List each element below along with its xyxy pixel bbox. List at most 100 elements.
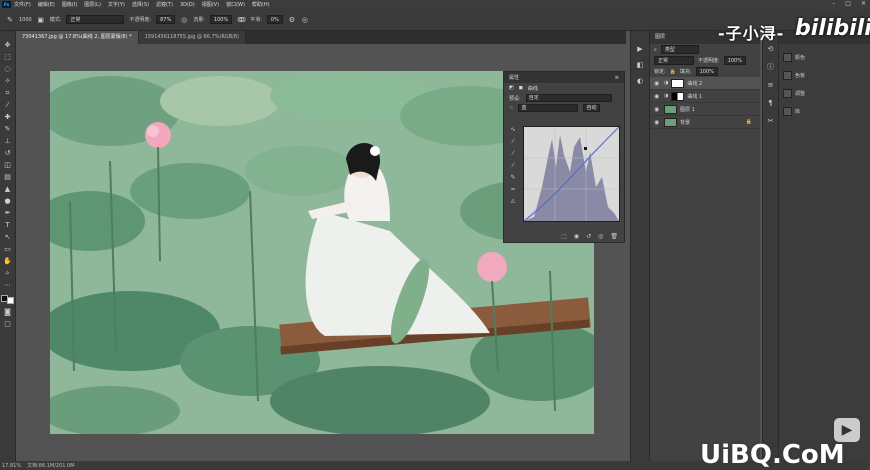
gear-icon[interactable]: ⚙	[288, 16, 296, 24]
layer-1[interactable]: ◉ 图层 1	[650, 103, 760, 116]
brush-size[interactable]: 1000	[19, 17, 32, 23]
channel-select[interactable]: 蓝	[518, 104, 579, 112]
blend-mode-select[interactable]: 正常	[654, 56, 694, 65]
opacity-field[interactable]: 87%	[156, 15, 176, 24]
menu-layer[interactable]: 图层(L)	[84, 1, 101, 8]
panel-color[interactable]: 颜色	[783, 50, 823, 64]
brush-panel-icon[interactable]: ▣	[37, 16, 45, 24]
menu-type[interactable]: 文字(Y)	[108, 1, 125, 8]
eraser-tool-icon[interactable]: ◫	[3, 161, 12, 169]
blur-tool-icon[interactable]: ▲	[3, 185, 12, 193]
target-adjust-icon[interactable]: ☜	[509, 105, 513, 111]
lasso-tool-icon[interactable]: ◌	[3, 65, 12, 73]
layer-curves-2[interactable]: ◉ ◑ 曲线 2	[650, 77, 760, 90]
quick-mask-icon[interactable]: ◙	[3, 308, 12, 316]
marquee-tool-icon[interactable]: ⬚	[3, 53, 12, 61]
clipping-warning-icon[interactable]: ⚠	[510, 198, 515, 205]
lock-icon[interactable]: 🔒	[670, 69, 676, 75]
stamp-tool-icon[interactable]: ⊥	[3, 137, 12, 145]
panel-libraries[interactable]: 库	[783, 104, 823, 118]
black-eyedropper-icon[interactable]: ⁄	[512, 138, 513, 145]
screen-mode-icon[interactable]: ▢	[3, 320, 12, 328]
smooth-curve-icon[interactable]: ≈	[510, 186, 515, 193]
pen-tool-icon[interactable]: ✒	[3, 209, 12, 217]
path-select-tool-icon[interactable]: ↖	[3, 233, 12, 241]
paragraph-icon[interactable]: ¶	[767, 99, 775, 107]
visibility-icon[interactable]: ◎	[598, 233, 603, 240]
tab-document-1[interactable]: 73041367.jpg @ 17.8%(曲线 2, 图层蒙版/8) *	[16, 31, 139, 44]
view-previous-icon[interactable]: ◉	[574, 233, 579, 240]
opacity-field[interactable]: 100%	[723, 56, 746, 65]
panel-menu-icon[interactable]: ≡	[615, 75, 619, 81]
properties-tab[interactable]: 属性	[509, 74, 519, 81]
menu-image[interactable]: 图像(I)	[62, 1, 77, 8]
trash-icon[interactable]: 🗑	[610, 233, 618, 240]
menu-help[interactable]: 帮助(H)	[252, 1, 270, 8]
smoothing-field[interactable]: 0%	[266, 15, 283, 24]
move-tool-icon[interactable]: ✥	[3, 41, 12, 49]
layer-mask-thumbnail[interactable]	[671, 78, 685, 88]
layer-mask-thumbnail[interactable]	[671, 91, 685, 101]
eyedropper-tool-icon[interactable]: ⁄	[3, 101, 12, 109]
pressure-size-icon[interactable]: ◎	[301, 16, 309, 24]
dodge-tool-icon[interactable]: ●	[3, 197, 12, 205]
kind-select[interactable]: 类型	[660, 45, 699, 54]
quick-select-tool-icon[interactable]: ✧	[3, 77, 12, 85]
menu-3d[interactable]: 3D(D)	[180, 2, 195, 8]
menu-window[interactable]: 窗口(W)	[226, 1, 245, 8]
menu-filter[interactable]: 滤镜(T)	[156, 1, 173, 8]
gray-eyedropper-icon[interactable]: ⁄	[512, 150, 513, 157]
pressure-opacity-icon[interactable]: ◎	[180, 16, 188, 24]
tab-document-2[interactable]: 1591456118755.jpg @ 66.7%(RGB/8)	[138, 31, 246, 44]
brush-tool-icon[interactable]: ✎	[3, 125, 12, 133]
maximize-icon[interactable]: □	[845, 0, 851, 7]
crop-tool-icon[interactable]: ⌗	[3, 89, 12, 97]
close-icon[interactable]: ✕	[861, 0, 866, 7]
adjustments-icon[interactable]: ◐	[636, 77, 644, 85]
hand-tool-icon[interactable]: ✋	[3, 257, 12, 265]
flow-field[interactable]: 100%	[209, 15, 233, 24]
properties-icon[interactable]: ≡	[767, 81, 775, 89]
auto-button[interactable]: 自动	[583, 104, 600, 112]
healing-tool-icon[interactable]: ✚	[3, 113, 12, 121]
draw-curve-icon[interactable]: ✎	[510, 174, 515, 181]
visibility-eye-icon[interactable]: ◉	[654, 80, 661, 87]
fill-field[interactable]: 100%	[695, 67, 718, 76]
shape-tool-icon[interactable]: ▭	[3, 245, 12, 253]
menu-select[interactable]: 选择(S)	[132, 1, 149, 8]
type-tool-icon[interactable]: T	[3, 221, 12, 229]
zoom-tool-icon[interactable]: ⌕	[3, 269, 12, 277]
brush-tool-icon[interactable]: ✎	[6, 16, 14, 24]
zoom-level[interactable]: 17.81%	[2, 463, 21, 469]
menu-view[interactable]: 视图(V)	[202, 1, 219, 8]
reset-icon[interactable]: ↺	[586, 233, 591, 240]
visibility-eye-icon[interactable]: ◉	[654, 119, 661, 126]
more-tools-icon[interactable]: ⋯	[3, 281, 12, 289]
layers-icon[interactable]: ◧	[636, 61, 644, 69]
history-brush-icon[interactable]: ↺	[3, 149, 12, 157]
panel-adjustments[interactable]: 调整	[783, 86, 823, 100]
color-swatches[interactable]	[1, 295, 14, 304]
curve-graph[interactable]	[523, 126, 620, 222]
visibility-eye-icon[interactable]: ◉	[654, 93, 661, 100]
menu-edit[interactable]: 编辑(E)	[38, 1, 55, 8]
visibility-eye-icon[interactable]: ◉	[654, 106, 661, 113]
tools-icon[interactable]: ✂	[767, 117, 775, 125]
edit-points-icon[interactable]: ∿	[510, 126, 515, 133]
minimize-icon[interactable]: –	[832, 0, 835, 7]
layer-curves-1[interactable]: ◉ ◑ 曲线 1	[650, 90, 760, 103]
clip-to-layer-icon[interactable]: ⬚	[561, 233, 567, 240]
panel-swatches[interactable]: 色板	[783, 68, 823, 82]
gradient-tool-icon[interactable]: ▤	[3, 173, 12, 181]
info-icon[interactable]: ⓘ	[767, 63, 775, 71]
white-eyedropper-icon[interactable]: ⁄	[512, 162, 513, 169]
mask-icon[interactable]: ◼	[519, 85, 523, 91]
preset-select[interactable]: 自定	[525, 94, 612, 102]
mode-select[interactable]: 正常	[66, 15, 125, 24]
collapse-arrow-icon[interactable]: ▶	[636, 45, 644, 53]
history-icon[interactable]: ⟲	[767, 45, 775, 53]
airbrush-icon[interactable]: ↂ	[237, 16, 246, 24]
layer-background[interactable]: ◉ 背景 🔒	[650, 116, 760, 129]
menu-file[interactable]: 文件(F)	[14, 1, 31, 8]
background-swatch[interactable]	[7, 297, 14, 304]
